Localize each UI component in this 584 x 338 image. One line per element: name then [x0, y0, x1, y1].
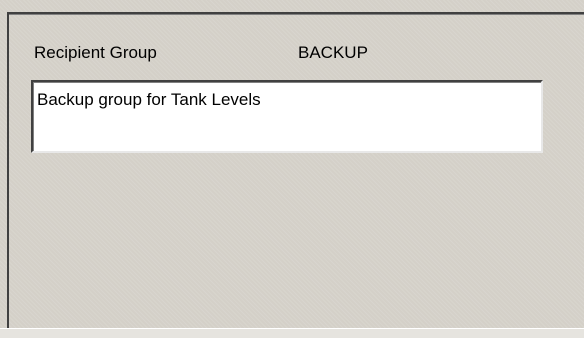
recipient-group-label: Recipient Group [34, 43, 157, 62]
panel-border-bottom [0, 328, 584, 338]
recipient-group-panel: Recipient Group BACKUP Backup group for … [0, 0, 584, 338]
panel-border-top-inner [7, 14, 584, 15]
recipient-group-name: BACKUP [298, 43, 368, 62]
recipient-group-description-field[interactable]: Backup group for Tank Levels [31, 80, 543, 153]
panel-border-left [7, 12, 9, 328]
